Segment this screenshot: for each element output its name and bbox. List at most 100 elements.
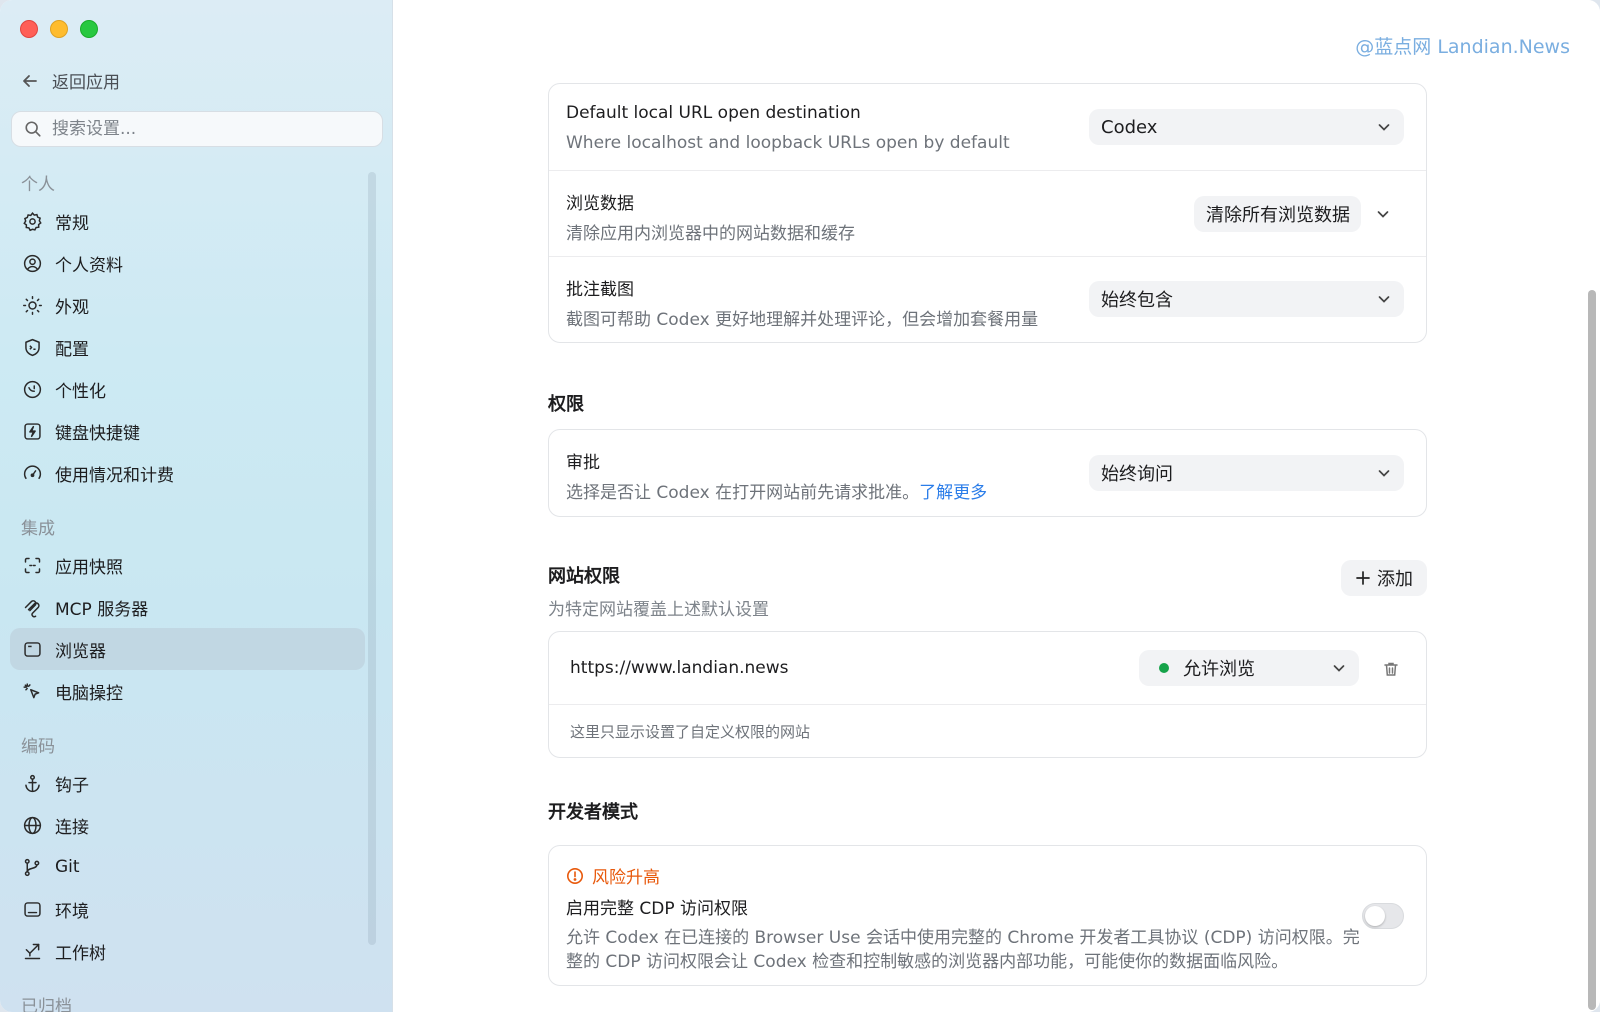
select-value: 始终包含 <box>1101 290 1173 311</box>
snapshot-icon <box>24 557 41 573</box>
sidebar-item-label: 外观 <box>55 297 89 318</box>
sidebar-item-worktree[interactable]: 工作树 <box>10 930 365 972</box>
back-label: 返回应用 <box>52 73 120 93</box>
row-title: 浏览数据 <box>566 194 634 214</box>
site-row: https://www.landian.news 允许浏览 <box>549 632 1426 705</box>
sidebar-item-profile[interactable]: 个人资料 <box>10 242 365 284</box>
sidebar-item-mcp-servers[interactable]: MCP 服务器 <box>10 586 365 628</box>
risk-badge: 风险升高 <box>566 863 660 888</box>
approval-select[interactable]: 始终询问 <box>1089 455 1404 491</box>
nav-group-label: 集成 <box>21 519 55 539</box>
plus-icon <box>1356 571 1370 585</box>
row-description: 选择是否让 Codex 在打开网站前先请求批准。了解更多 <box>566 478 987 503</box>
sidebar-item-label: 电脑操控 <box>55 683 123 704</box>
sidebar-item-label: 使用情况和计费 <box>55 465 174 486</box>
developer-mode-card: 风险升高 启用完整 CDP 访问权限 允许 Codex 在已连接的 Browse… <box>548 845 1427 986</box>
shield-icon <box>25 338 40 356</box>
nav-group-label: 个人 <box>21 175 55 195</box>
nav-group-label: 已归档 <box>21 997 72 1012</box>
chevron-down-icon[interactable] <box>1375 206 1391 222</box>
chevron-down-icon <box>1378 470 1390 477</box>
search-input[interactable] <box>52 119 352 139</box>
personalization-icon <box>23 380 42 398</box>
sidebar-scrollbar[interactable] <box>368 172 376 945</box>
chevron-down-icon <box>1378 296 1390 303</box>
sidebar-item-label: 应用快照 <box>55 557 123 578</box>
sidebar-item-git[interactable]: Git <box>10 846 365 888</box>
sidebar-item-label: 个人资料 <box>55 255 123 276</box>
sidebar-item-personalization[interactable]: 个性化 <box>10 368 365 410</box>
settings-content: @蓝点网 Landian.News Default local URL open… <box>393 0 1600 1012</box>
local-url-row: Default local URL open destination Where… <box>549 84 1426 171</box>
sidebar-item-appearance[interactable]: 外观 <box>10 284 365 326</box>
cursor-click-icon <box>23 682 40 698</box>
anchor-icon <box>25 774 40 792</box>
watermark: @蓝点网 Landian.News <box>1355 36 1570 58</box>
sidebar-item-label: Git <box>55 857 80 877</box>
row-description: 截图可帮助 Codex 更好地理解并处理评论，但会增加套餐用量 <box>566 310 1039 330</box>
local-url-destination-select[interactable]: Codex <box>1089 109 1404 145</box>
close-window-button[interactable] <box>20 20 38 38</box>
gear-icon <box>23 211 42 231</box>
search-icon <box>25 121 41 137</box>
sidebar-item-connections[interactable]: 连接 <box>10 804 365 846</box>
clear-browsing-data-button[interactable]: 清除所有浏览数据 <box>1194 196 1361 232</box>
git-branch-icon <box>24 858 40 876</box>
sidebar-item-app-snapshot[interactable]: 应用快照 <box>10 544 365 586</box>
sidebar-item-label: MCP 服务器 <box>55 599 149 620</box>
browsing-data-row: 浏览数据 清除应用内浏览器中的网站数据和缓存 清除所有浏览数据 <box>549 171 1426 257</box>
arrow-left-icon <box>23 74 37 87</box>
select-value: 允许浏览 <box>1183 659 1255 680</box>
minimize-window-button[interactable] <box>50 20 68 38</box>
annotated-screenshots-row: 批注截图 截图可帮助 Codex 更好地理解并处理评论，但会增加套餐用量 始终包… <box>549 257 1426 342</box>
sidebar-item-browser[interactable]: 浏览器 <box>10 628 365 670</box>
sidebar-item-label: 环境 <box>55 901 89 922</box>
back-to-app-button[interactable]: 返回应用 <box>20 68 120 93</box>
sidebar-item-label: 配置 <box>55 339 89 360</box>
sidebar-item-usage-billing[interactable]: 使用情况和计费 <box>10 452 365 494</box>
chevron-down-icon <box>1378 124 1390 131</box>
browser-settings-card: Default local URL open destination Where… <box>548 83 1427 343</box>
learn-more-link[interactable]: 了解更多 <box>919 483 987 503</box>
zoom-window-button[interactable] <box>80 20 98 38</box>
site-footnote-row: 这里只显示设置了自定义权限的网站 <box>549 705 1426 757</box>
add-site-button[interactable]: 添加 <box>1341 560 1427 596</box>
sidebar: 返回应用 个人 常规 个人资料 外观 配置 <box>0 0 393 1012</box>
sun-icon <box>23 295 42 315</box>
mcp-icon <box>24 599 40 617</box>
sidebar-item-label: 工作树 <box>55 943 106 964</box>
sidebar-item-environment[interactable]: 环境 <box>10 888 365 930</box>
sidebar-item-config[interactable]: 配置 <box>10 326 365 368</box>
sidebar-item-label: 浏览器 <box>55 641 106 662</box>
search-box[interactable] <box>11 111 383 147</box>
site-permission-select[interactable]: 允许浏览 <box>1139 650 1359 686</box>
nav-group-label: 编码 <box>21 737 55 757</box>
row-title: 批注截图 <box>566 280 634 300</box>
sidebar-item-hooks[interactable]: 钩子 <box>10 762 365 804</box>
window-controls <box>20 20 98 38</box>
content-scrollbar[interactable] <box>1588 290 1596 1010</box>
sidebar-item-general[interactable]: 常规 <box>10 200 365 242</box>
status-dot <box>1159 663 1169 673</box>
worktree-icon <box>24 943 41 959</box>
sidebar-item-computer-use[interactable]: 电脑操控 <box>10 670 365 712</box>
permissions-card: 审批 选择是否让 Codex 在打开网站前先请求批准。了解更多 始终询问 <box>548 429 1427 517</box>
row-description: Where localhost and loopback URLs open b… <box>566 133 1010 153</box>
annotated-screenshots-select[interactable]: 始终包含 <box>1089 281 1404 317</box>
settings-nav: 个人 常规 个人资料 外观 配置 个性化 键盘快捷键 使用情况和计费 集成 应用… <box>10 168 365 1012</box>
warning-icon <box>567 867 583 884</box>
site-footnote: 这里只显示设置了自定义权限的网站 <box>570 723 811 741</box>
chevron-down-icon <box>1333 665 1345 672</box>
trash-icon[interactable] <box>1382 660 1400 678</box>
risk-label: 风险升高 <box>592 868 660 888</box>
sidebar-item-keyboard-shortcuts[interactable]: 键盘快捷键 <box>10 410 365 452</box>
cdp-description-line2: 整的 CDP 访问权限会让 Codex 检查和控制敏感的浏览器内部功能，可能使你… <box>566 952 1289 972</box>
select-value: 始终询问 <box>1101 464 1173 485</box>
cdp-access-toggle[interactable] <box>1362 903 1404 929</box>
site-url: https://www.landian.news <box>570 658 789 678</box>
approval-row: 审批 选择是否让 Codex 在打开网站前先请求批准。了解更多 始终询问 <box>549 430 1426 516</box>
keyboard-shortcut-icon <box>24 422 41 440</box>
browser-icon <box>24 641 41 657</box>
site-permissions-card: https://www.landian.news 允许浏览 这里只显示设置了自定… <box>548 631 1427 758</box>
add-label: 添加 <box>1377 569 1413 590</box>
